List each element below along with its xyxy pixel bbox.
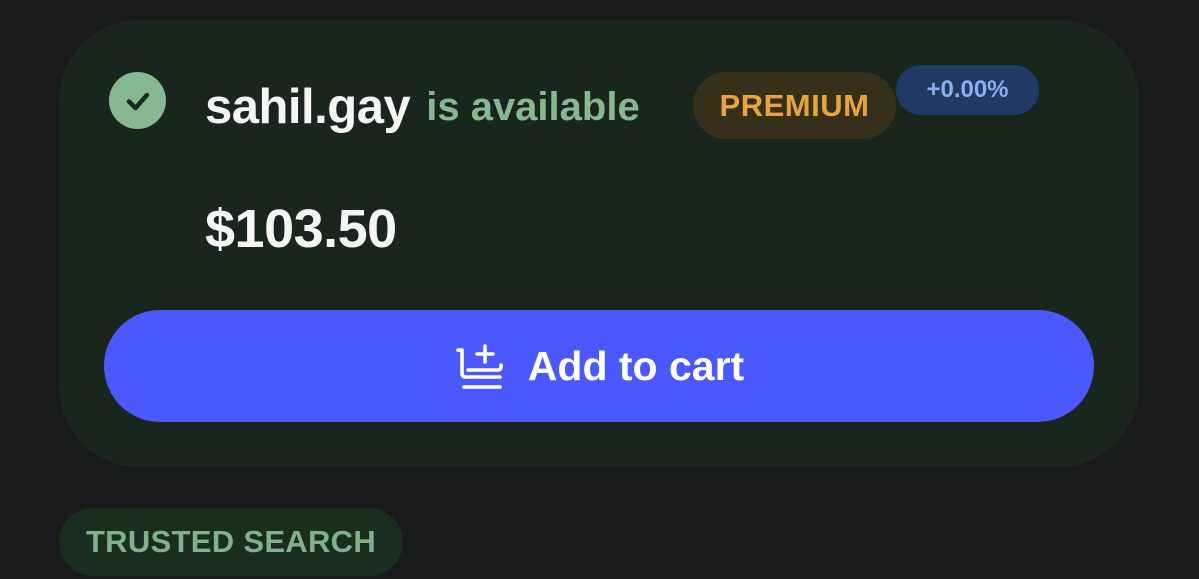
availability-status: is available	[426, 84, 640, 129]
trusted-search-badge: TRUSTED SEARCH	[59, 508, 403, 576]
check-circle-icon	[109, 72, 166, 129]
add-to-cart-label: Add to cart	[527, 342, 745, 389]
premium-badge: PREMIUM	[693, 72, 896, 139]
domain-headline: sahil.gay is available	[205, 76, 640, 138]
add-to-cart-button[interactable]: Add to cart	[104, 310, 1094, 422]
price-change-badge: +0.00%	[896, 65, 1039, 115]
cart-add-icon	[455, 344, 503, 389]
domain-name: sahil.gay	[205, 80, 411, 134]
page: sahil.gay is available PREMIUM +0.00% $1…	[0, 0, 1199, 579]
domain-price: $103.50	[205, 199, 397, 259]
